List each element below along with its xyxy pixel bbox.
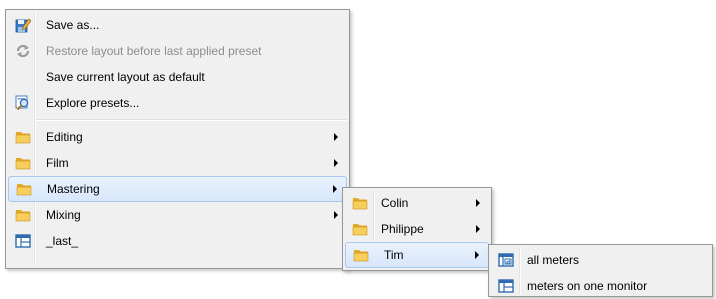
folder-icon (352, 224, 368, 236)
folder-icon (353, 250, 369, 262)
folder-icon (15, 132, 31, 144)
folder-icon (352, 198, 368, 210)
submenu-item-tim[interactable]: Tim (345, 242, 489, 268)
menu-item-label: all meters (527, 253, 580, 267)
submenu-arrow-icon (334, 211, 338, 219)
menu-item-explore-presets[interactable]: Explore presets... (6, 90, 349, 116)
menu-separator (6, 116, 349, 124)
tim-submenu: all meters meters on one monitor (488, 244, 713, 297)
menu-item-mastering[interactable]: Mastering (8, 176, 347, 202)
submenu-arrow-icon (475, 251, 479, 259)
mastering-submenu: Colin Philippe Tim (342, 187, 492, 271)
menu-item-label: Colin (381, 196, 409, 210)
menu-item-label: Tim (384, 248, 404, 262)
restore-icon (16, 44, 30, 58)
save-as-icon (15, 18, 31, 33)
menu-item-label: Save current layout as default (46, 70, 205, 84)
menu-item-label: Mastering (47, 182, 100, 196)
presets-menu: Save as... Restore layout before last ap… (5, 9, 350, 269)
meters-layout-icon (498, 253, 514, 267)
menu-item-label: _last_ (46, 234, 79, 248)
folder-icon (16, 184, 32, 196)
menu-item-label: Film (46, 156, 69, 170)
explore-icon (15, 95, 29, 111)
submenu-item-philippe[interactable]: Philippe (343, 216, 491, 242)
menu-item-film[interactable]: Film (6, 150, 349, 176)
menu-item-label: Editing (46, 130, 83, 144)
menu-item-label: Save as... (46, 18, 100, 32)
submenu-arrow-icon (476, 225, 480, 233)
menu-item-last[interactable]: _last_ (6, 228, 349, 254)
menu-item-label: meters on one monitor (527, 279, 648, 293)
menu-item-label: Restore layout before last applied prese… (46, 44, 262, 58)
menu-item-label: Explore presets... (46, 96, 140, 110)
menu-item-mixing[interactable]: Mixing (6, 202, 349, 228)
submenu-arrow-icon (334, 159, 338, 167)
menu-item-label: Philippe (381, 222, 424, 236)
menu-item-restore-layout[interactable]: Restore layout before last applied prese… (6, 38, 349, 64)
layout-icon (498, 279, 514, 293)
submenu-item-colin[interactable]: Colin (343, 190, 491, 216)
submenu-arrow-icon (333, 185, 337, 193)
folder-icon (15, 210, 31, 222)
menu-item-save-as[interactable]: Save as... (6, 12, 349, 38)
layout-icon (15, 234, 31, 248)
submenu-item-meters-one-monitor[interactable]: meters on one monitor (489, 273, 712, 299)
menu-item-editing[interactable]: Editing (6, 124, 349, 150)
menu-item-label: Mixing (46, 208, 81, 222)
submenu-arrow-icon (476, 199, 480, 207)
folder-icon (15, 158, 31, 170)
submenu-arrow-icon (334, 133, 338, 141)
menu-item-save-default[interactable]: Save current layout as default (6, 64, 349, 90)
submenu-item-all-meters[interactable]: all meters (489, 247, 712, 273)
